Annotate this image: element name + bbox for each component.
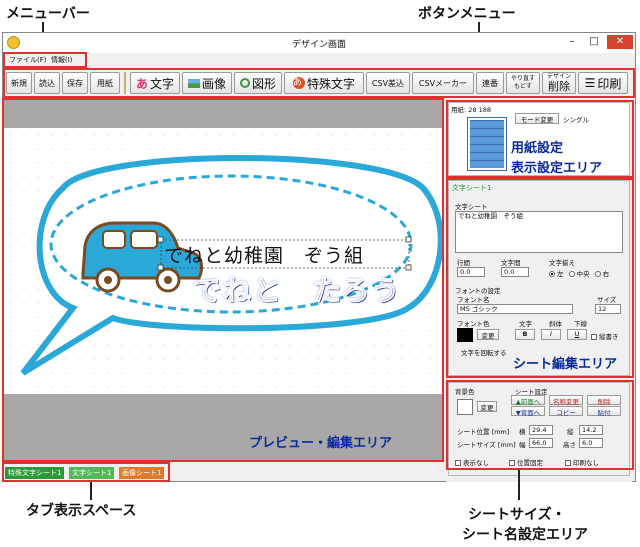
callout-line-tabs [90,482,92,500]
callout-sheet-size-2: シート名設定エリア [462,527,588,543]
special-text-button[interactable]: あ 特殊文字 [284,72,364,94]
tab-bar: 特殊文字シート1 文字シート1 画像シート1 [3,465,443,481]
highlight-display-settings [446,100,634,178]
redo-label[interactable]: やり直す [511,75,535,83]
highlight-preview [2,98,444,462]
close-button[interactable]: ✕ [607,35,633,49]
tab-text-sheet[interactable]: 文字シート1 [69,467,115,479]
image-icon [187,78,200,88]
shape-button[interactable]: 図形 [234,72,282,94]
highlight-sheet-edit [446,178,634,378]
circle-shape-icon [239,78,250,88]
paper-button[interactable]: 用紙 [90,72,120,94]
image-button-label: 画像 [201,76,226,91]
image-button[interactable]: 画像 [182,72,232,94]
print-button-label: 印刷 [597,76,622,91]
tab-image-sheet[interactable]: 画像シート1 [119,467,165,479]
window-title: デザイン画面 [291,40,346,50]
toolbar-separator [124,72,126,94]
text-button-label: 文字 [150,76,175,91]
delete-label: 削除 [548,80,570,93]
save-button[interactable]: 保存 [62,72,88,94]
csv-maker-button[interactable]: CSVメーカー [412,72,474,94]
delete-design-button[interactable]: デザイン 削除 [542,72,576,94]
shape-button-label: 図形 [251,76,276,91]
callout-button-menu: ボタンメニュー [418,6,516,22]
maximize-button[interactable]: □ [585,35,603,49]
callout-line-sheet-size [518,470,520,500]
printer-icon: ☰ [584,76,596,90]
toolbar: 新規 読込 保存 用紙 あ 文字 画像 図形 あ 特殊文字 CSV差込 CSVメ… [4,70,632,96]
minimize-button[interactable]: – [563,35,581,49]
special-text-button-label: 特殊文字 [306,76,355,91]
text-button[interactable]: あ 文字 [130,72,180,94]
new-button[interactable]: 新規 [6,72,32,94]
undo-label[interactable]: もどす [514,83,532,91]
open-button[interactable]: 読込 [34,72,60,94]
callout-sheet-size-1: シートサイズ・ [468,507,566,523]
tab-special-text-sheet[interactable]: 特殊文字シート1 [5,467,65,479]
serial-number-button[interactable]: 連番 [476,72,504,94]
print-button[interactable]: ☰ 印刷 [578,72,628,94]
highlight-sheet-size [446,380,634,470]
redo-undo-button[interactable]: やり直す もどす [506,72,540,94]
text-icon: あ [135,76,148,91]
csv-insert-button[interactable]: CSV差込 [366,72,410,94]
special-text-icon: あ [292,77,305,89]
title-bar: デザイン画面 – □ ✕ [3,33,635,53]
callout-menubar: メニューバー [6,6,90,22]
callout-tab-space: タブ表示スペース [26,503,137,519]
highlight-menubar [3,52,87,68]
menu-bar: ファイル(F) 情報(I) [3,54,635,67]
